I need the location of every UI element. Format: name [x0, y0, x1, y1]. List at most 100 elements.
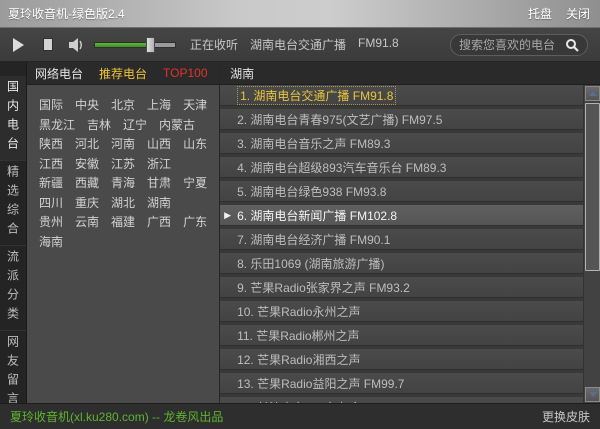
now-playing-frequency: FM91.8 — [358, 36, 399, 53]
province-link[interactable]: 湖南 — [147, 194, 171, 211]
sidebar-item-1[interactable]: 精选综合 — [0, 161, 26, 246]
province-link[interactable]: 河南 — [111, 135, 135, 152]
sidebar-item-2[interactable]: 流派分类 — [0, 246, 26, 331]
search-box — [450, 34, 588, 56]
province-link[interactable]: 江苏 — [111, 155, 135, 172]
stop-button[interactable] — [26, 32, 52, 58]
station-list-header: 湖南 — [220, 62, 600, 85]
volume-fill — [94, 42, 151, 48]
province-link[interactable]: 辽宁 — [123, 116, 147, 133]
sidebar-item-3[interactable]: 网友留言 — [0, 331, 26, 403]
province-link[interactable]: 中央 — [75, 96, 99, 113]
playback-toolbar: 正在收听 湖南电台交通广播 FM91.8 — [0, 28, 600, 62]
province-link[interactable]: 贵州 — [39, 213, 63, 230]
station-row[interactable]: 2. 湖南电台青春975(文艺广播) FM97.5 — [220, 109, 583, 130]
station-row[interactable]: 10. 芒果Radio永州之声 — [220, 301, 583, 322]
station-row[interactable]: 13. 芒果Radio益阳之声 FM99.7 — [220, 373, 583, 394]
stop-icon — [44, 39, 52, 50]
sidebar-item-0[interactable]: 国内电台 — [0, 76, 26, 161]
search-icon[interactable] — [565, 38, 579, 52]
mute-button[interactable] — [68, 37, 86, 53]
category-tab-1[interactable]: 推荐电台 — [99, 65, 147, 82]
province-link[interactable]: 甘肃 — [147, 174, 171, 191]
main-area: 国内电台精选综合流派分类网友留言 网络电台推荐电台 TOP100 国际中央北京上海… — [0, 62, 600, 403]
radio-app-window: 夏玲收音机-绿色版2.4 托盘 关闭 正在收听 湖南电台交通广播 FM91.8 — [0, 0, 600, 429]
speaker-icon — [68, 37, 86, 53]
station-row[interactable]: 9. 芒果Radio张家界之声 FM93.2 — [220, 277, 583, 298]
province-link[interactable]: 浙江 — [147, 155, 171, 172]
play-icon — [13, 38, 24, 52]
province-row: 黑龙江吉林辽宁内蒙古 — [39, 115, 219, 135]
province-row: 新疆西藏青海甘肃宁夏 — [39, 173, 219, 193]
station-row-label: 5. 湖南电台绿色938 FM93.8 — [237, 183, 386, 200]
province-link[interactable]: 四川 — [39, 194, 63, 211]
category-tab-2[interactable]: TOP100 — [163, 66, 207, 80]
station-row-label: 10. 芒果Radio永州之声 — [237, 303, 360, 320]
province-link[interactable]: 宁夏 — [183, 174, 207, 191]
province-row: 国际中央北京上海天津 — [39, 95, 219, 115]
play-indicator-icon: ▶ — [224, 210, 237, 221]
now-playing-station: 湖南电台交通广播 — [250, 36, 346, 53]
scroll-down-button[interactable] — [585, 387, 600, 402]
province-link[interactable]: 山西 — [147, 135, 171, 152]
station-row[interactable]: 4. 湖南电台超级893汽车音乐台 FM89.3 — [220, 157, 583, 178]
province-link[interactable]: 江西 — [39, 155, 63, 172]
province-link[interactable]: 上海 — [147, 96, 171, 113]
arrow-up-icon — [589, 91, 597, 96]
province-link[interactable]: 湖北 — [111, 194, 135, 211]
station-rows: 1. 湖南电台交通广播 FM91.8 2. 湖南电台青春975(文艺广播) FM9… — [220, 85, 583, 403]
close-button[interactable]: 关闭 — [566, 5, 590, 22]
station-row-label: 3. 湖南电台音乐之声 FM89.3 — [237, 135, 390, 152]
province-link[interactable]: 北京 — [111, 96, 135, 113]
volume-slider[interactable] — [94, 37, 176, 53]
province-link[interactable]: 国际 — [39, 96, 63, 113]
change-skin-button[interactable]: 更换皮肤 — [542, 408, 600, 425]
play-button[interactable] — [0, 32, 26, 58]
station-row[interactable]: 3. 湖南电台音乐之声 FM89.3 — [220, 133, 583, 154]
province-row: 贵州云南福建广西广东 — [39, 212, 219, 232]
tray-button[interactable]: 托盘 — [528, 5, 552, 22]
province-link[interactable]: 陕西 — [39, 135, 63, 152]
province-row: 海南 — [39, 232, 219, 252]
middle-panel: 网络电台推荐电台TOP100 国际中央北京上海天津黑龙江吉林辽宁内蒙古陕西河北河… — [27, 62, 220, 403]
province-link[interactable]: 山东 — [183, 135, 207, 152]
province-link[interactable]: 新疆 — [39, 174, 63, 191]
category-tab-0[interactable]: 网络电台 — [35, 65, 83, 82]
province-link[interactable]: 河北 — [75, 135, 99, 152]
province-link[interactable]: 福建 — [111, 213, 135, 230]
station-row[interactable]: ▶6. 湖南电台新闻广播 FM102.8 — [220, 205, 583, 226]
scrollbar[interactable] — [583, 85, 600, 403]
station-row-label: 6. 湖南电台新闻广播 FM102.8 — [237, 207, 397, 224]
station-row[interactable]: 8. 乐田1069 (湖南旅游广播) — [220, 253, 583, 274]
category-tabbar: 网络电台推荐电台 TOP100 — [27, 62, 219, 85]
province-link[interactable]: 广西 — [147, 213, 171, 230]
search-input[interactable] — [459, 38, 561, 52]
window-actions: 托盘 关闭 — [528, 5, 600, 22]
province-link[interactable]: 云南 — [75, 213, 99, 230]
province-link[interactable]: 西藏 — [75, 174, 99, 191]
scroll-up-button[interactable] — [585, 86, 600, 101]
scrollbar-thumb[interactable] — [585, 103, 600, 271]
arrow-down-icon — [589, 392, 597, 397]
station-row[interactable]: 5. 湖南电台绿色938 FM93.8 — [220, 181, 583, 202]
province-link[interactable]: 黑龙江 — [39, 116, 75, 133]
province-row: 四川重庆湖北湖南 — [39, 193, 219, 213]
station-row[interactable]: 11. 芒果Radio郴州之声 — [220, 325, 583, 346]
station-row-label: 4. 湖南电台超级893汽车音乐台 FM89.3 — [237, 159, 446, 176]
window-title: 夏玲收音机-绿色版2.4 — [0, 5, 125, 22]
province-panel: 国际中央北京上海天津黑龙江吉林辽宁内蒙古陕西河北河南山西山东江西安徽江苏浙江新疆… — [27, 85, 219, 403]
station-row-label: 2. 湖南电台青春975(文艺广播) FM97.5 — [237, 111, 442, 128]
station-row[interactable]: 12. 芒果Radio湘西之声 — [220, 349, 583, 370]
province-link[interactable]: 天津 — [183, 96, 207, 113]
station-row[interactable]: 1. 湖南电台交通广播 FM91.8 — [220, 85, 583, 106]
app-homepage-link[interactable]: 夏玲收音机(xl.ku280.com) -- 龙卷风出品 — [0, 408, 223, 425]
province-link[interactable]: 广东 — [183, 213, 207, 230]
province-link[interactable]: 吉林 — [87, 116, 111, 133]
province-link[interactable]: 重庆 — [75, 194, 99, 211]
province-link[interactable]: 青海 — [111, 174, 135, 191]
province-link[interactable]: 内蒙古 — [159, 116, 195, 133]
province-link[interactable]: 安徽 — [75, 155, 99, 172]
province-link[interactable]: 海南 — [39, 233, 63, 250]
volume-handle[interactable] — [146, 37, 155, 53]
station-row[interactable]: 7. 湖南电台经济广播 FM90.1 — [220, 229, 583, 250]
